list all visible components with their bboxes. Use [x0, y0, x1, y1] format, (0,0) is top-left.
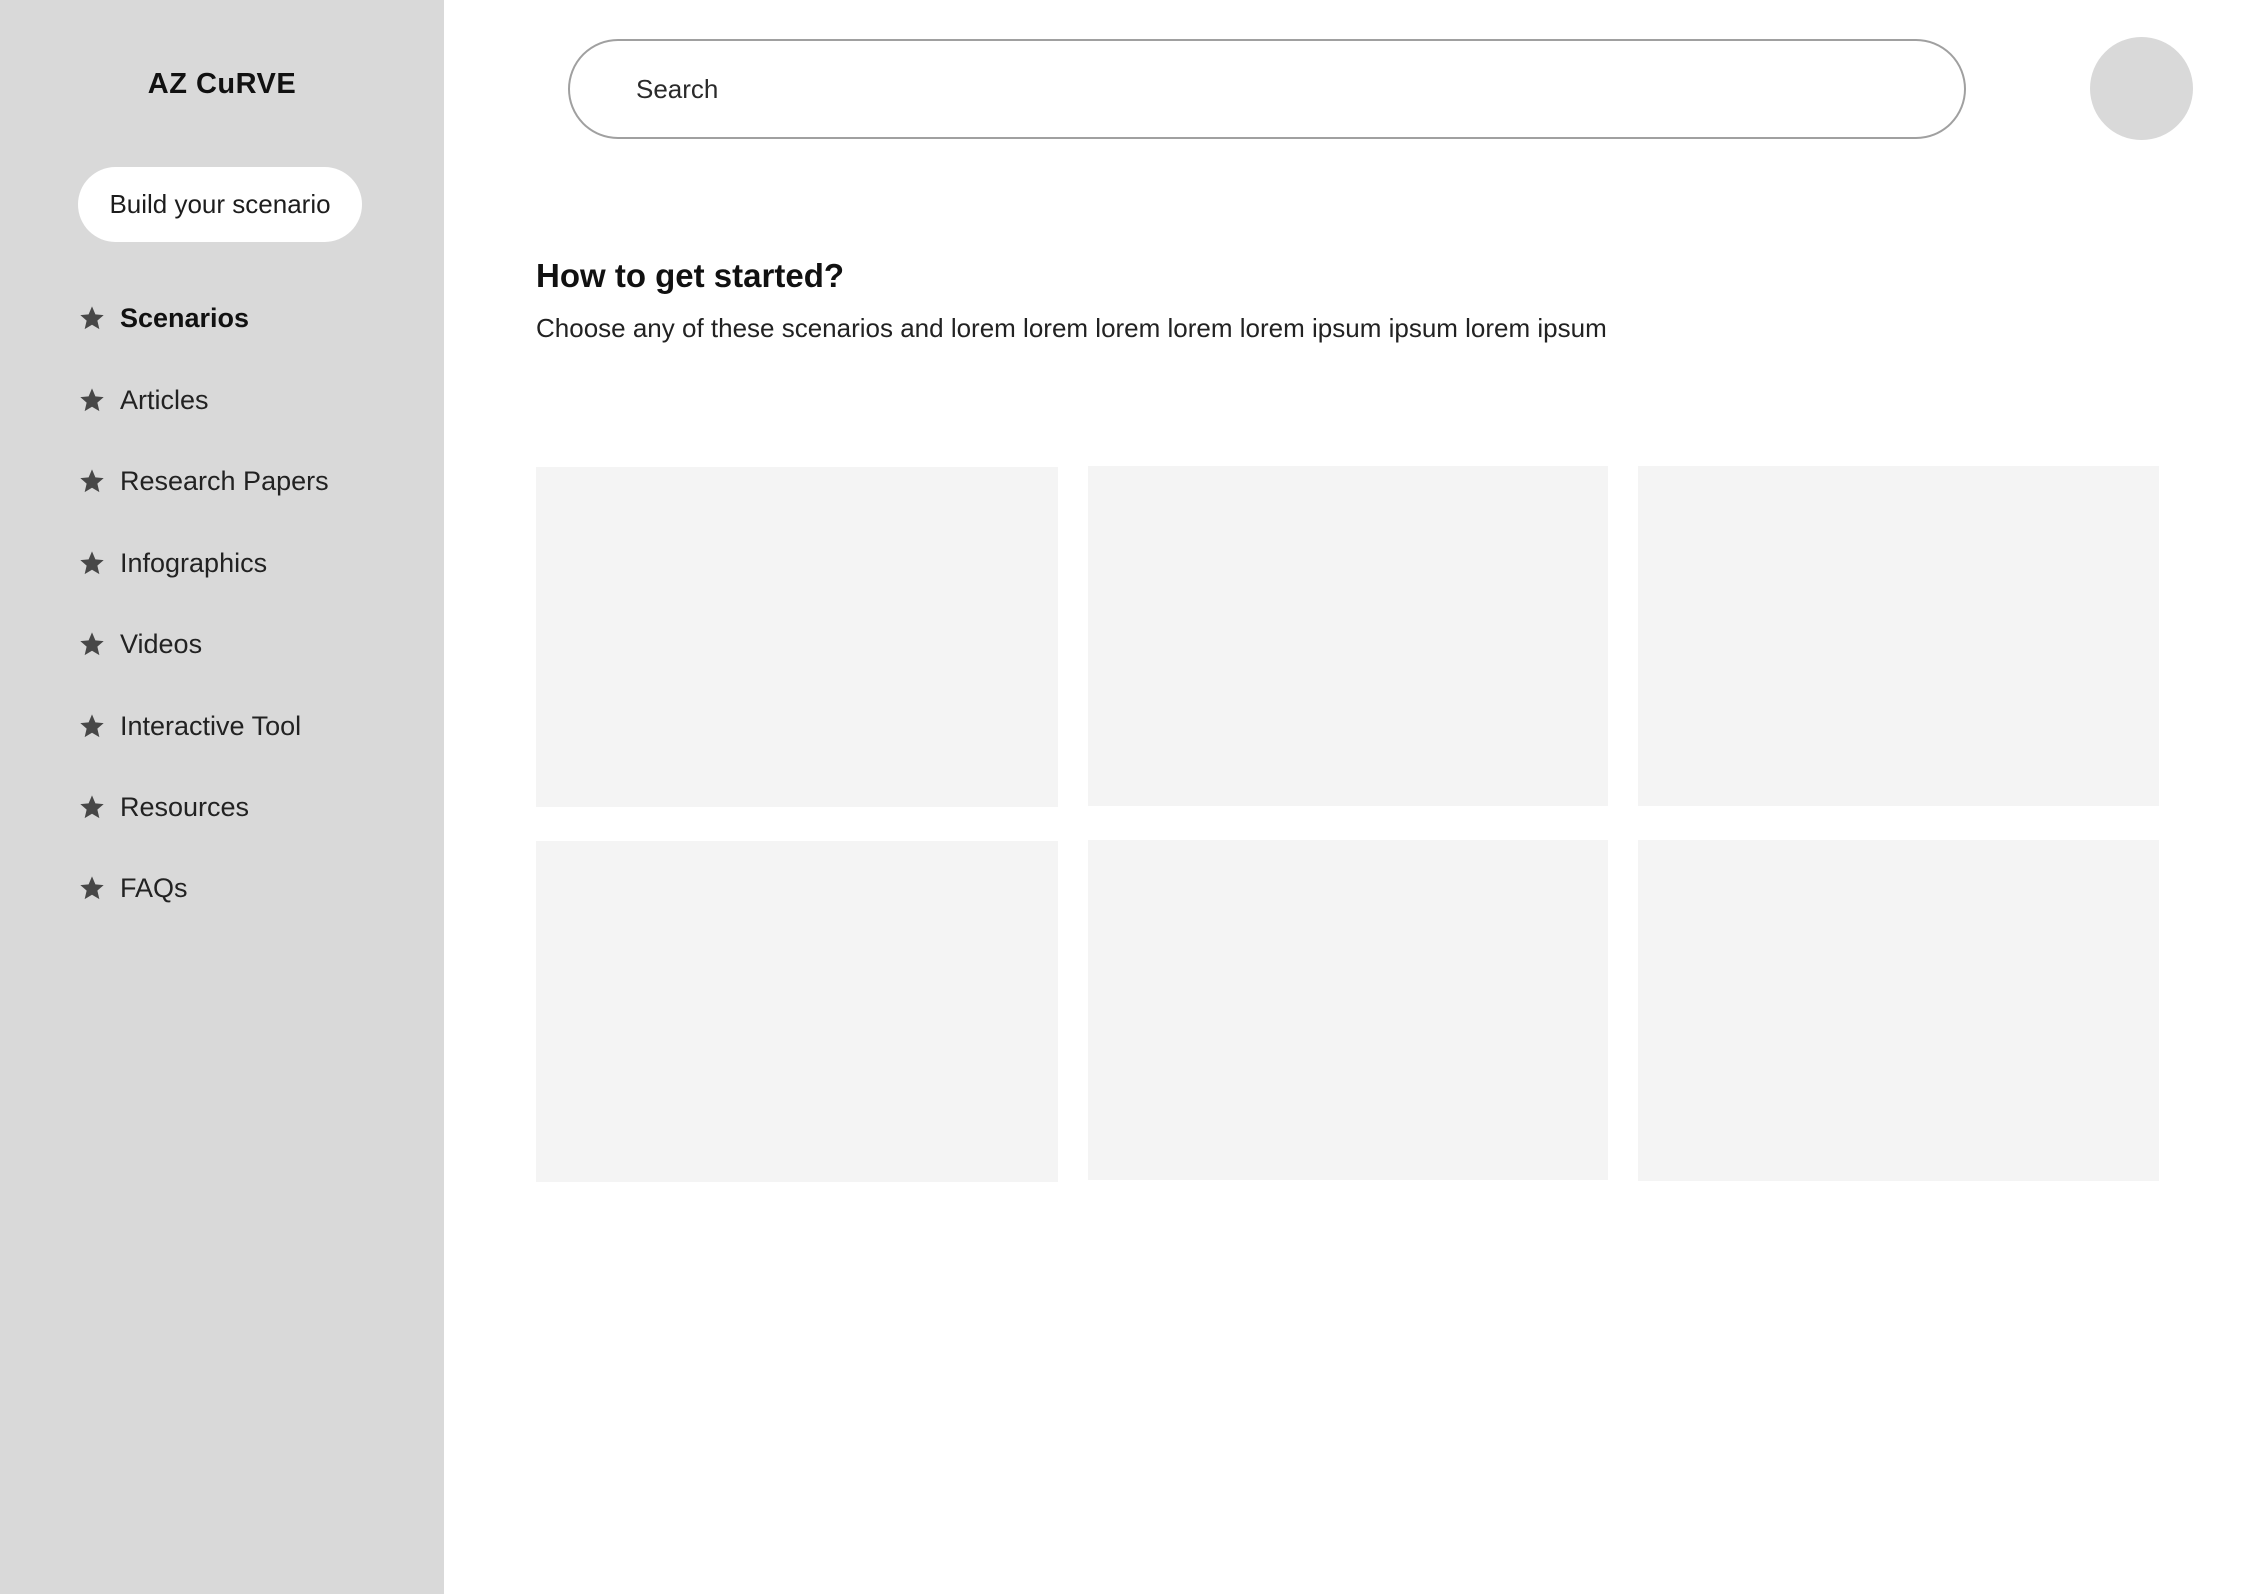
sidebar-item-faqs[interactable]: FAQs: [78, 868, 188, 908]
sidebar-item-label: Interactive Tool: [120, 710, 302, 741]
search-input[interactable]: [634, 72, 1888, 106]
sidebar-item-label: Infographics: [120, 547, 268, 578]
star-icon: [78, 793, 106, 821]
scenario-card-5[interactable]: [1088, 840, 1608, 1180]
app-logo: AZ CuRVE: [147, 68, 297, 100]
page-subtitle: Choose any of these scenarios and lorem …: [536, 313, 1607, 343]
scenario-card-4[interactable]: [536, 841, 1058, 1182]
star-icon: [78, 712, 106, 740]
star-icon: [78, 386, 106, 414]
scenario-card-1[interactable]: [536, 467, 1058, 807]
sidebar-item-label: FAQs: [120, 872, 188, 903]
sidebar-item-infographics[interactable]: Infographics: [78, 543, 267, 583]
star-icon: [78, 549, 106, 577]
star-icon: [78, 304, 106, 332]
sidebar-item-label: Research Papers: [120, 465, 329, 496]
avatar[interactable]: [2090, 37, 2193, 140]
page-title: How to get started?: [536, 257, 845, 294]
scenario-card-3[interactable]: [1638, 466, 2159, 806]
star-icon: [78, 630, 106, 658]
search-bar[interactable]: [568, 39, 1966, 139]
sidebar-item-articles[interactable]: Articles: [78, 380, 209, 420]
sidebar-item-research-papers[interactable]: Research Papers: [78, 461, 329, 501]
scenario-card-6[interactable]: [1638, 840, 2159, 1181]
sidebar-item-scenarios[interactable]: Scenarios: [78, 298, 249, 338]
sidebar-item-label: Scenarios: [120, 302, 250, 333]
star-icon: [78, 874, 106, 902]
sidebar-item-label: Articles: [120, 384, 209, 415]
scenario-card-2[interactable]: [1088, 466, 1608, 806]
sidebar-item-videos[interactable]: Videos: [78, 624, 202, 664]
sidebar-item-resources[interactable]: Resources: [78, 787, 249, 827]
star-icon: [78, 467, 106, 495]
sidebar: AZ CuRVE Build your scenario Scenarios A…: [0, 0, 444, 1594]
sidebar-item-label: Resources: [120, 791, 250, 822]
build-scenario-button[interactable]: Build your scenario: [78, 167, 362, 242]
sidebar-item-interactive-tool[interactable]: Interactive Tool: [78, 706, 301, 746]
sidebar-item-label: Videos: [120, 628, 203, 659]
